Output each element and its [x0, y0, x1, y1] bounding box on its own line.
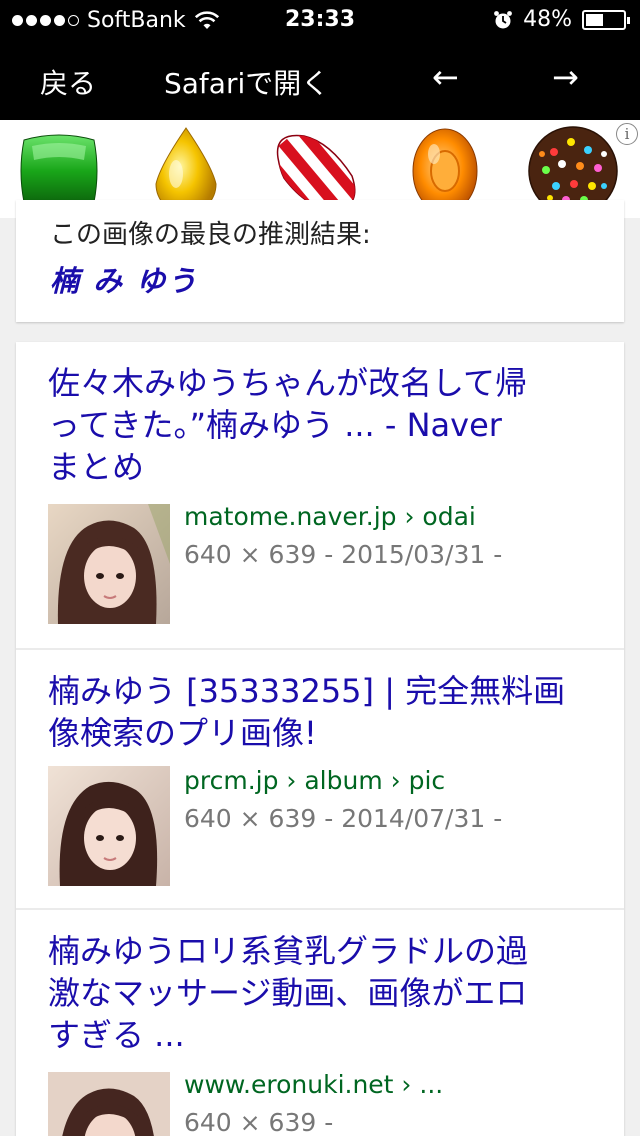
battery-percent: 48%: [523, 7, 572, 32]
result-url: www.eronuki.net › ...: [184, 1070, 444, 1099]
back-arrow-button[interactable]: ←: [432, 58, 459, 96]
alarm-clock-icon: [494, 10, 512, 28]
nav-bar: 戻る Safariで開く ← →: [0, 40, 640, 120]
search-result: 佐々木みゆうちゃんが改名して帰 ってきた。”楠みゆう ... - Naver ま…: [16, 342, 624, 648]
result-meta: 640 × 639 - 2015/03/31 -: [184, 540, 503, 569]
result-title-line: すぎる ...: [48, 1016, 185, 1054]
portrait-photo-icon: [48, 1072, 170, 1136]
result-url: prcm.jp › album › pic: [184, 766, 446, 795]
battery-icon: [582, 9, 630, 30]
result-title-link[interactable]: 楠みゆう [35333255] | 完全無料画 像検索のプリ画像!: [48, 670, 600, 754]
status-right: 48%: [493, 7, 630, 32]
result-meta: 640 × 639 -: [184, 1108, 334, 1136]
portrait-photo-icon: [48, 766, 170, 886]
result-title-line: 激なマッサージ動画、画像がエロ: [48, 974, 528, 1012]
result-title-line: 楠みゆう [35333255] | 完全無料画: [48, 672, 566, 710]
result-thumbnail[interactable]: [48, 504, 170, 624]
result-title-link[interactable]: 楠みゆうロリ系貧乳グラドルの過 激なマッサージ動画、画像がエロ すぎる ...: [48, 930, 600, 1056]
open-in-safari-button[interactable]: Safariで開く: [164, 62, 329, 102]
best-guess-label: この画像の最良の推測結果:: [50, 220, 371, 250]
result-url: matome.naver.jp › odai: [184, 502, 476, 531]
result-title-line: ってきた。”楠みゆう ... - Naver: [48, 406, 502, 444]
result-thumbnail[interactable]: [48, 766, 170, 886]
result-title-line: 像検索のプリ画像!: [48, 714, 317, 752]
results-card: 佐々木みゆうちゃんが改名して帰 ってきた。”楠みゆう ... - Naver ま…: [16, 342, 624, 1136]
search-result: 楠みゆうロリ系貧乳グラドルの過 激なマッサージ動画、画像がエロ すぎる ... …: [16, 910, 624, 1136]
portrait-photo-icon: [48, 504, 170, 624]
result-title-line: 楠みゆうロリ系貧乳グラドルの過: [48, 932, 529, 970]
forward-arrow-button[interactable]: →: [552, 58, 579, 96]
ad-info-icon[interactable]: i: [616, 123, 638, 145]
result-title-link[interactable]: 佐々木みゆうちゃんが改名して帰 ってきた。”楠みゆう ... - Naver ま…: [48, 362, 600, 488]
search-result: 楠みゆう [35333255] | 完全無料画 像検索のプリ画像! prcm.j…: [16, 650, 624, 908]
best-guess-card: この画像の最良の推測結果: 楠 み ゆう: [16, 200, 624, 322]
back-button[interactable]: 戻る: [40, 62, 96, 102]
best-guess-link[interactable]: 楠 み ゆう: [50, 258, 198, 300]
status-bar: SoftBank 23:33 48%: [0, 0, 640, 40]
result-title-line: 佐々木みゆうちゃんが改名して帰: [48, 364, 528, 402]
result-title-line: まとめ: [48, 448, 145, 486]
result-thumbnail[interactable]: [48, 1072, 170, 1136]
result-meta: 640 × 639 - 2014/07/31 -: [184, 804, 503, 833]
